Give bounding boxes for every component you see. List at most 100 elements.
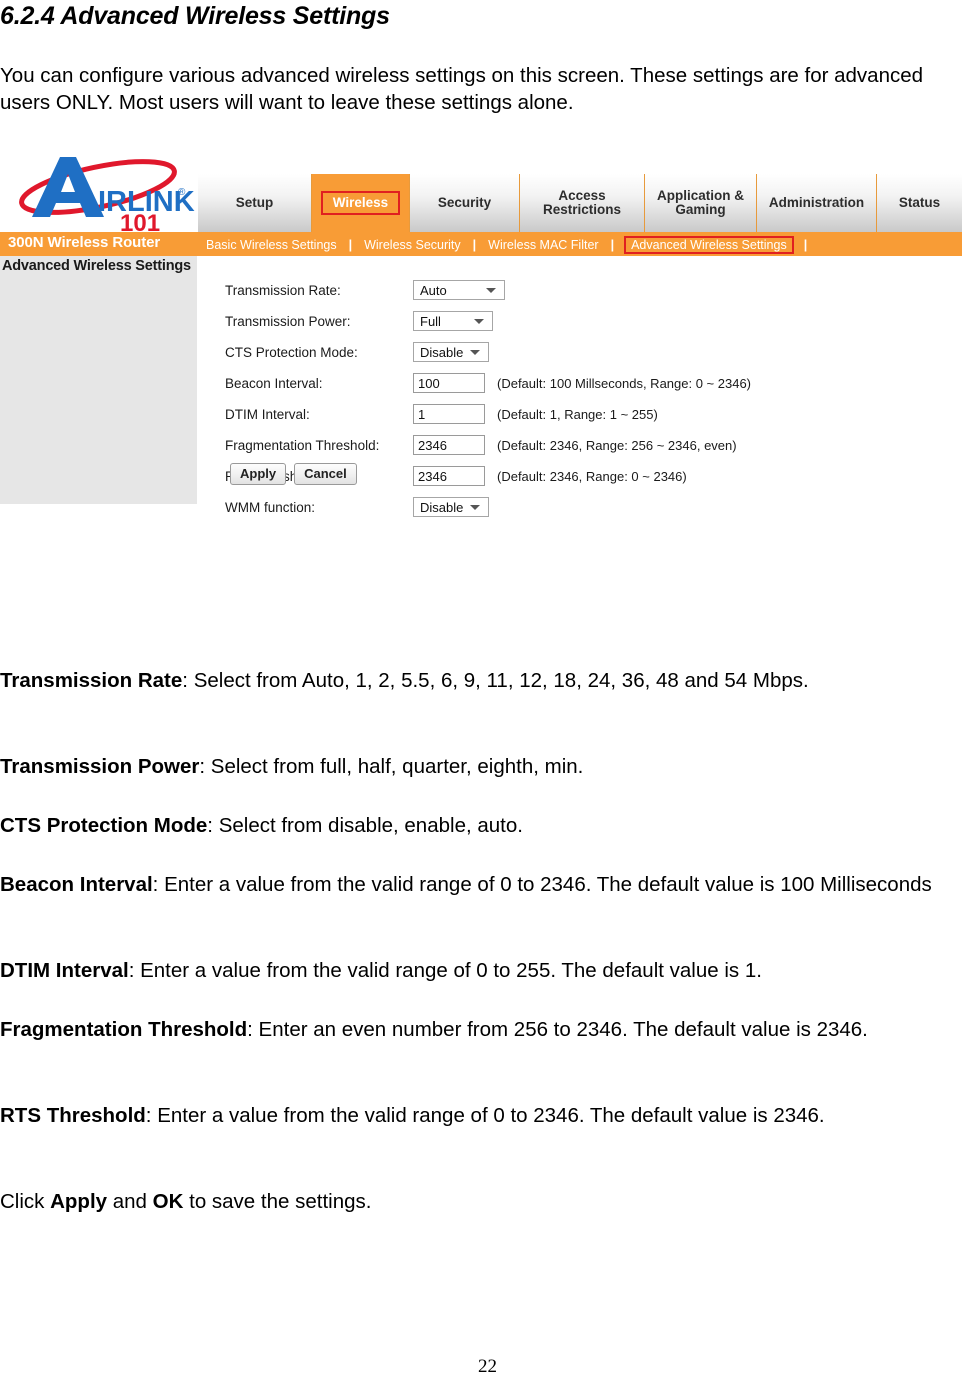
field-row-fragmentation-threshold: Fragmentation Threshold: 2346 (Default: … <box>225 434 737 456</box>
tab-security-label: Security <box>437 195 492 210</box>
cancel-button[interactable]: Cancel <box>294 463 357 485</box>
description-beacon-interval: Beacon Interval: Enter a value from the … <box>0 871 965 898</box>
select-cts-protection-mode-value: Disable <box>420 344 464 360</box>
tab-wireless-label: Wireless <box>320 191 401 215</box>
tab-wireless[interactable]: Wireless <box>312 174 410 232</box>
select-transmission-rate[interactable]: Auto <box>413 280 505 300</box>
subnav-advanced-wireless-settings[interactable]: Advanced Wireless Settings <box>624 236 794 254</box>
sub-navigation-bar: 300N Wireless Router Basic Wireless Sett… <box>0 232 962 256</box>
tab-administration[interactable]: Administration <box>757 174 877 232</box>
input-fragmentation-threshold[interactable]: 2346 <box>413 435 485 455</box>
closing-instruction: Click Apply and OK to save the settings. <box>0 1188 965 1215</box>
tab-setup-label: Setup <box>235 195 274 210</box>
description-body-beacon-interval: : Enter a value from the valid range of … <box>152 873 932 896</box>
closing-suffix: to save the settings. <box>183 1190 372 1213</box>
label-wmm-function: WMM function: <box>225 499 316 515</box>
tab-access-restrictions-label: Access Restrictions <box>542 188 622 217</box>
tab-setup[interactable]: Setup <box>198 174 312 232</box>
subnav-separator-2: | <box>472 238 477 252</box>
label-cts-protection-mode: CTS Protection Mode: <box>225 344 358 360</box>
chevron-down-icon <box>486 287 496 293</box>
description-body-transmission-power: : Select from full, half, quarter, eight… <box>199 755 584 778</box>
side-panel: Advanced Wireless Settings <box>0 256 197 504</box>
closing-mid: and <box>107 1190 153 1213</box>
field-row-transmission-rate: Transmission Rate: Auto <box>225 279 505 301</box>
subnav-wireless-security[interactable]: Wireless Security <box>358 238 467 252</box>
select-transmission-rate-value: Auto <box>420 282 447 298</box>
hint-beacon-interval: (Default: 100 Millseconds, Range: 0 ~ 23… <box>497 375 752 391</box>
router-body: Advanced Wireless Settings Transmission … <box>0 256 962 517</box>
closing-prefix: Click <box>0 1190 51 1213</box>
select-wmm-function[interactable]: Disable <box>413 497 489 517</box>
router-header: IRLINK ® 101 Setup Wireless Security Acc… <box>0 147 962 232</box>
select-transmission-power-value: Full <box>420 313 441 329</box>
closing-bold-ok: OK <box>152 1190 184 1213</box>
select-wmm-function-value: Disable <box>420 499 464 515</box>
subnav-wireless-mac-filter[interactable]: Wireless MAC Filter <box>482 238 604 252</box>
description-body-dtim-interval: : Enter a value from the valid range of … <box>128 959 762 982</box>
description-body-fragmentation-threshold: : Enter an even number from 256 to 2346.… <box>247 1018 868 1041</box>
apply-button[interactable]: Apply <box>230 463 287 485</box>
field-row-wmm-function: WMM function: Disable <box>225 496 489 518</box>
select-transmission-power[interactable]: Full <box>413 311 493 331</box>
tab-security[interactable]: Security <box>410 174 520 232</box>
subnav-separator-4: | <box>803 238 808 252</box>
description-term-transmission-rate: Transmission Rate <box>0 669 183 692</box>
form-actions: Apply Cancel <box>230 463 357 485</box>
tab-status-label: Status <box>898 195 941 210</box>
tab-application-gaming[interactable]: Application & Gaming <box>645 174 757 232</box>
select-cts-protection-mode[interactable]: Disable <box>413 342 489 362</box>
subnav-separator-3: | <box>610 238 615 252</box>
label-transmission-power: Transmission Power: <box>225 313 351 329</box>
chevron-down-icon <box>474 318 484 324</box>
description-term-fragmentation-threshold: Fragmentation Threshold <box>0 1018 248 1041</box>
svg-text:101: 101 <box>120 210 160 232</box>
description-body-transmission-rate: : Select from Auto, 1, 2, 5.5, 6, 9, 11,… <box>182 669 809 692</box>
label-dtim-interval: DTIM Interval: <box>225 406 310 422</box>
closing-bold-apply: Apply <box>50 1190 108 1213</box>
input-beacon-interval[interactable]: 100 <box>413 373 485 393</box>
hint-rts-threshold: (Default: 2346, Range: 0 ~ 2346) <box>497 468 687 484</box>
chevron-down-icon <box>470 504 480 510</box>
description-body-cts-protection-mode: : Select from disable, enable, auto. <box>207 814 523 837</box>
description-transmission-power: Transmission Power: Select from full, ha… <box>0 753 965 780</box>
field-row-transmission-power: Transmission Power: Full <box>225 310 493 332</box>
intro-paragraph: You can configure various advanced wirel… <box>0 64 924 114</box>
product-name: 300N Wireless Router <box>8 234 161 251</box>
side-panel-title: Advanced Wireless Settings <box>2 258 191 274</box>
subnav-separator-1: | <box>348 238 353 252</box>
input-dtim-interval[interactable]: 1 <box>413 404 485 424</box>
svg-text:®: ® <box>178 187 186 198</box>
description-fragmentation-threshold: Fragmentation Threshold: Enter an even n… <box>0 1016 965 1043</box>
description-term-cts-protection-mode: CTS Protection Mode <box>0 814 208 837</box>
field-row-dtim-interval: DTIM Interval: 1 (Default: 1, Range: 1 ~… <box>225 403 658 425</box>
description-body-rts-threshold: : Enter a value from the valid range of … <box>145 1104 825 1127</box>
description-term-beacon-interval: Beacon Interval <box>0 873 153 896</box>
description-dtim-interval: DTIM Interval: Enter a value from the va… <box>0 957 965 984</box>
page-number: 22 <box>478 1356 497 1377</box>
field-row-beacon-interval: Beacon Interval: 100 (Default: 100 Mills… <box>225 372 751 394</box>
hint-dtim-interval: (Default: 1, Range: 1 ~ 255) <box>497 406 658 422</box>
sub-navigation[interactable]: Basic Wireless Settings | Wireless Secur… <box>200 236 813 254</box>
hint-fragmentation-threshold: (Default: 2346, Range: 256 ~ 2346, even) <box>497 437 737 453</box>
airlink-logo: IRLINK ® 101 <box>2 147 198 232</box>
chevron-down-icon <box>470 349 480 355</box>
tab-administration-label: Administration <box>768 195 865 210</box>
tab-application-gaming-label: Application & Gaming <box>657 188 744 217</box>
page-title: 6.2.4 Advanced Wireless Settings <box>0 2 390 30</box>
field-row-cts-protection-mode: CTS Protection Mode: Disable <box>225 341 489 363</box>
tab-access-restrictions[interactable]: Access Restrictions <box>520 174 645 232</box>
document-page: 6.2.4 Advanced Wireless Settings You can… <box>0 0 975 1388</box>
input-rts-threshold[interactable]: 2346 <box>413 466 485 486</box>
label-fragmentation-threshold: Fragmentation Threshold: <box>225 437 380 453</box>
description-rts-threshold: RTS Threshold: Enter a value from the va… <box>0 1102 965 1129</box>
top-navigation[interactable]: Setup Wireless Security Access Restricti… <box>198 174 962 232</box>
tab-status[interactable]: Status <box>877 174 962 232</box>
subnav-basic-wireless-settings[interactable]: Basic Wireless Settings <box>200 238 343 252</box>
label-beacon-interval: Beacon Interval: <box>225 375 323 391</box>
description-transmission-rate: Transmission Rate: Select from Auto, 1, … <box>0 667 965 694</box>
description-cts-protection-mode: CTS Protection Mode: Select from disable… <box>0 812 965 839</box>
router-ui-screenshot: IRLINK ® 101 Setup Wireless Security Acc… <box>0 147 962 612</box>
description-term-dtim-interval: DTIM Interval <box>0 959 129 982</box>
description-term-rts-threshold: RTS Threshold <box>0 1104 146 1127</box>
